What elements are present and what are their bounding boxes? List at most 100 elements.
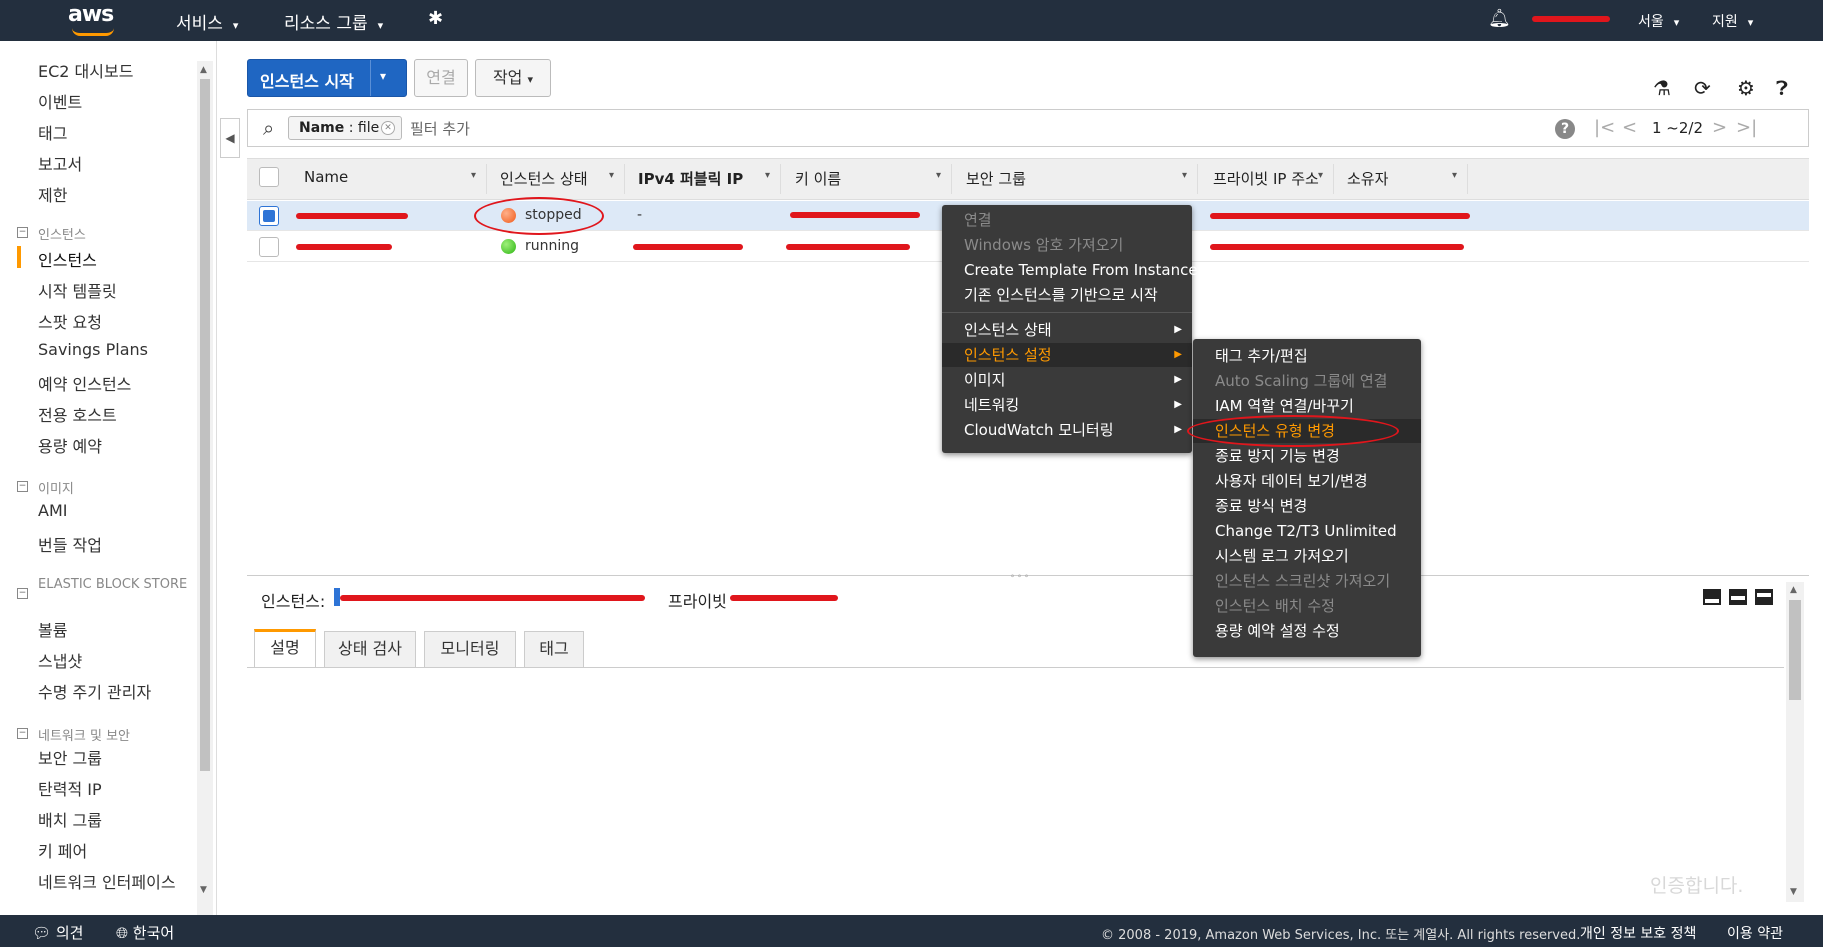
sidebar-item-savings-plans[interactable]: Savings Plans <box>38 340 148 359</box>
panel-layout-icon[interactable] <box>1755 589 1773 605</box>
redacted-account-name[interactable] <box>1532 16 1610 22</box>
detail-scrollbar-thumb[interactable] <box>1789 600 1801 700</box>
column-header-owner[interactable]: 소유자 <box>1347 168 1388 189</box>
services-menu[interactable]: 서비스 ▾ <box>176 9 238 34</box>
aws-logo[interactable]: aws <box>68 2 118 38</box>
submenu-item-shutdown-behavior[interactable]: 종료 방식 변경 <box>1193 494 1421 518</box>
menu-item-create-template[interactable]: Create Template From Instance <box>942 258 1198 282</box>
sidebar-item-dedicated-hosts[interactable]: 전용 호스트 <box>38 402 117 426</box>
column-header-ipv4-public-ip[interactable]: IPv4 퍼블릭 IP <box>638 168 743 189</box>
menu-item-get-windows-password[interactable]: Windows 암호 가져오기 <box>942 233 1192 257</box>
submenu-item-attach-auto-scaling[interactable]: Auto Scaling 그룹에 연결 <box>1193 369 1421 393</box>
sidebar-section-images[interactable]: 이미지 <box>38 478 74 497</box>
collapse-toggle-icon[interactable]: − <box>17 728 28 739</box>
column-header-instance-state[interactable]: 인스턴스 상태 <box>500 168 588 189</box>
scroll-down-arrow-icon[interactable]: ▼ <box>200 885 207 895</box>
submenu-item-add-edit-tags[interactable]: 태그 추가/편집 <box>1193 344 1421 368</box>
chevron-down-icon[interactable]: ▾ <box>380 69 386 83</box>
menu-item-cloudwatch-monitoring[interactable]: CloudWatch 모니터링 ▶ <box>942 418 1192 442</box>
filter-chip-name[interactable]: Name : file ✕ <box>288 116 402 140</box>
sidebar-item-placement-groups[interactable]: 배치 그룹 <box>38 807 102 831</box>
menu-item-launch-more-like-this[interactable]: 기존 인스턴스를 기반으로 시작 <box>942 283 1192 307</box>
sidebar-item-security-groups[interactable]: 보안 그룹 <box>38 745 102 769</box>
submenu-item-t2-t3-unlimited[interactable]: Change T2/T3 Unlimited <box>1193 519 1421 543</box>
sidebar-section-network-security[interactable]: 네트워크 및 보안 <box>38 725 130 744</box>
menu-item-image[interactable]: 이미지 ▶ <box>942 368 1192 392</box>
region-menu[interactable]: 서울 ▾ <box>1638 11 1679 31</box>
sort-caret-icon[interactable]: ▾ <box>471 170 476 181</box>
launch-instance-button[interactable]: 인스턴스 시작 ▾ <box>247 59 407 97</box>
sidebar-item-key-pairs[interactable]: 키 페어 <box>38 838 87 862</box>
connect-button[interactable]: 연결 <box>414 59 468 97</box>
collapse-toggle-icon[interactable]: − <box>17 588 28 599</box>
help-icon[interactable]: ❓︎ <box>1776 76 1788 100</box>
sidebar-item-tags[interactable]: 태그 <box>38 120 67 144</box>
sidebar-item-capacity-reservations[interactable]: 용량 예약 <box>38 433 102 457</box>
feedback-link[interactable]: 💬︎ 의견 <box>32 922 83 943</box>
scroll-up-arrow-icon[interactable]: ▲ <box>1790 585 1797 595</box>
sidebar-item-ec2-dashboard[interactable]: EC2 대시보드 <box>38 58 133 82</box>
select-all-checkbox[interactable] <box>259 167 279 187</box>
scroll-up-arrow-icon[interactable]: ▲ <box>200 65 207 75</box>
submenu-item-get-system-log[interactable]: 시스템 로그 가져오기 <box>1193 544 1421 568</box>
sidebar-item-limits[interactable]: 제한 <box>38 182 67 206</box>
menu-item-instance-state[interactable]: 인스턴스 상태 ▶ <box>942 318 1192 342</box>
gear-icon[interactable]: ⚙ <box>1737 76 1755 100</box>
pin-icon[interactable]: ✱ <box>428 8 443 29</box>
sort-caret-icon[interactable]: ▾ <box>1182 170 1187 181</box>
bell-icon[interactable]: 🔔︎ <box>1488 8 1511 29</box>
menu-item-connect[interactable]: 연결 <box>942 208 1192 232</box>
sort-caret-icon[interactable]: ▾ <box>1318 170 1323 181</box>
column-header-name[interactable]: Name <box>304 168 348 186</box>
tab-tags[interactable]: 태그 <box>524 631 584 667</box>
sidebar-item-spot-requests[interactable]: 스팟 요청 <box>38 309 102 333</box>
sidebar-section-instances[interactable]: 인스턴스 <box>38 224 86 243</box>
sidebar-item-reports[interactable]: 보고서 <box>38 151 82 175</box>
language-selector[interactable]: 🌐︎ 한국어 <box>116 922 174 943</box>
tab-status-checks[interactable]: 상태 검사 <box>324 631 416 667</box>
sidebar-item-lifecycle-manager[interactable]: 수명 주기 관리자 <box>38 679 151 703</box>
resource-groups-menu[interactable]: 리소스 그룹 ▾ <box>284 9 383 34</box>
collapse-toggle-icon[interactable]: − <box>17 227 28 238</box>
sort-caret-icon[interactable]: ▾ <box>609 170 614 181</box>
terms-of-use-link[interactable]: 이용 약관 <box>1727 923 1783 943</box>
previous-page-icon[interactable]: < <box>1622 117 1637 138</box>
sort-caret-icon[interactable]: ▾ <box>1452 170 1457 181</box>
privacy-policy-link[interactable]: 개인 정보 보호 정책 <box>1580 923 1696 943</box>
menu-item-networking[interactable]: 네트워킹 ▶ <box>942 393 1192 417</box>
tab-monitoring[interactable]: 모니터링 <box>424 631 516 667</box>
close-icon[interactable]: ✕ <box>381 121 395 135</box>
next-page-icon[interactable]: > <box>1712 117 1727 138</box>
panel-layout-icon[interactable] <box>1703 589 1721 605</box>
sidebar-scrollbar-thumb[interactable] <box>200 79 210 771</box>
sidebar-item-ami[interactable]: AMI <box>38 501 67 520</box>
sidebar-item-elastic-ips[interactable]: 탄력적 IP <box>38 776 102 800</box>
flask-icon[interactable]: ⚗ <box>1653 76 1671 100</box>
column-header-key-name[interactable]: 키 이름 <box>795 168 841 189</box>
tab-description[interactable]: 설명 <box>254 629 316 667</box>
submenu-item-get-screenshot[interactable]: 인스턴스 스크린샷 가져오기 <box>1193 569 1421 593</box>
sort-caret-icon[interactable]: ▾ <box>765 170 770 181</box>
column-header-private-ip[interactable]: 프라이빗 IP 주소 <box>1213 168 1319 189</box>
sidebar-item-reserved-instances[interactable]: 예약 인스턴스 <box>38 371 131 395</box>
submenu-item-modify-placement[interactable]: 인스턴스 배치 수정 <box>1193 594 1421 618</box>
sort-caret-icon[interactable]: ▾ <box>936 170 941 181</box>
sidebar-item-launch-templates[interactable]: 시작 템플릿 <box>38 278 117 302</box>
sidebar-section-ebs[interactable]: ELASTIC BLOCK STORE <box>38 576 188 593</box>
sidebar-item-instances[interactable]: 인스턴스 <box>38 247 97 271</box>
first-page-icon[interactable]: |< <box>1594 117 1615 138</box>
sidebar-item-bundle-tasks[interactable]: 번들 작업 <box>38 532 102 556</box>
column-header-security-group[interactable]: 보안 그룹 <box>966 168 1026 189</box>
submenu-item-user-data[interactable]: 사용자 데이터 보기/변경 <box>1193 469 1421 493</box>
refresh-icon[interactable]: ⟳ <box>1694 76 1711 100</box>
scroll-down-arrow-icon[interactable]: ▼ <box>1790 887 1797 897</box>
collapse-toggle-icon[interactable]: − <box>17 481 28 492</box>
resize-grip-icon[interactable]: ˚˚˚ <box>1010 575 1031 586</box>
support-menu[interactable]: 지원 ▾ <box>1712 11 1753 31</box>
sidebar-item-network-interfaces[interactable]: 네트워크 인터페이스 <box>38 869 176 893</box>
row-checkbox[interactable] <box>259 206 279 226</box>
submenu-item-termination-protection[interactable]: 종료 방지 기능 변경 <box>1193 444 1421 468</box>
row-checkbox[interactable] <box>259 237 279 257</box>
add-filter-input[interactable]: 필터 추가 <box>410 118 470 139</box>
sidebar-item-events[interactable]: 이벤트 <box>38 89 82 113</box>
